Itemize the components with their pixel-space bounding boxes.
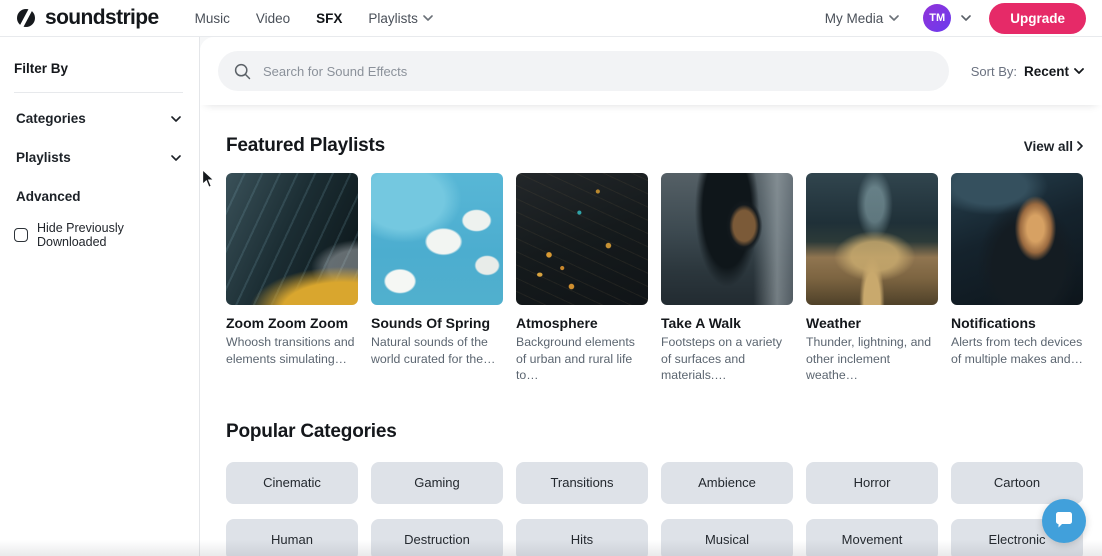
playlist-title: Notifications xyxy=(951,315,1083,331)
playlist-title: Sounds Of Spring xyxy=(371,315,503,331)
chevron-down-icon xyxy=(889,15,899,21)
category-button-hits[interactable]: Hits xyxy=(516,519,648,556)
page-body: Featured Playlists View all Zoom Zoom Zo… xyxy=(200,105,1102,556)
avatar[interactable]: TM xyxy=(923,4,951,32)
category-button-destruction[interactable]: Destruction xyxy=(371,519,503,556)
sidebar-section-playlists[interactable]: Playlists xyxy=(14,138,183,177)
popular-categories-grid: Cinematic Gaming Transitions Ambience Horror… xyxy=(226,462,1083,556)
playlist-description: Thunder, lightning, and other inclement … xyxy=(806,334,938,384)
nav-item-video[interactable]: Video xyxy=(256,11,290,26)
hide-downloaded-checkbox[interactable] xyxy=(14,228,28,242)
playlist-description: Alerts from tech devices of multiple mak… xyxy=(951,334,1083,367)
my-media-menu[interactable]: My Media xyxy=(825,11,900,26)
playlist-cover-woman-phone-glow-dark[interactable] xyxy=(951,173,1083,305)
upgrade-button[interactable]: Upgrade xyxy=(989,3,1086,34)
filter-by-title: Filter By xyxy=(14,61,183,76)
my-media-label: My Media xyxy=(825,11,884,26)
chevron-down-icon xyxy=(423,15,433,21)
category-button-horror[interactable]: Horror xyxy=(806,462,938,504)
nav-item-label: Playlists xyxy=(368,11,418,26)
view-all-link[interactable]: View all xyxy=(1024,139,1083,154)
chat-bubble-icon xyxy=(1053,511,1075,531)
category-button-gaming[interactable]: Gaming xyxy=(371,462,503,504)
playlist-cover-lightning-storm-field[interactable] xyxy=(806,173,938,305)
advanced-label: Advanced xyxy=(14,177,183,204)
navbar-right: My Media TM Upgrade xyxy=(825,3,1086,34)
sidebar-divider xyxy=(14,92,183,93)
sort-by-label: Sort By: xyxy=(971,64,1017,79)
playlist-card[interactable]: Atmosphere Background elements of urban a… xyxy=(516,173,648,384)
sidebar-section-categories[interactable]: Categories xyxy=(14,99,183,138)
chevron-down-icon xyxy=(171,116,181,122)
search-row: Sort By: Recent xyxy=(200,37,1102,105)
brand-wordmark: soundstripe xyxy=(45,6,159,30)
nav-item-sfx[interactable]: SFX xyxy=(316,11,342,26)
playlist-cover-walking-feet-cobblestone[interactable] xyxy=(661,173,793,305)
featured-playlists-grid: Zoom Zoom Zoom Whoosh transitions and ele… xyxy=(226,173,1083,384)
nav-item-music[interactable]: Music xyxy=(195,11,230,26)
chevron-down-icon xyxy=(171,155,181,161)
nav-item-label: SFX xyxy=(316,11,342,26)
playlist-description: Natural sounds of the world curated for … xyxy=(371,334,503,367)
playlist-title: Weather xyxy=(806,315,938,331)
category-button-cartoon[interactable]: Cartoon xyxy=(951,462,1083,504)
playlist-cover-white-flowers-blue-sky[interactable] xyxy=(371,173,503,305)
playlist-card[interactable]: Zoom Zoom Zoom Whoosh transitions and ele… xyxy=(226,173,358,384)
category-button-cinematic[interactable]: Cinematic xyxy=(226,462,358,504)
playlist-description: Footsteps on a variety of surfaces and m… xyxy=(661,334,793,384)
nav-links: Music Video SFX Playlists xyxy=(195,11,433,26)
playlist-description: Background elements of urban and rural l… xyxy=(516,334,648,384)
playlist-card[interactable]: Sounds Of Spring Natural sounds of the wo… xyxy=(371,173,503,384)
nav-item-playlists[interactable]: Playlists xyxy=(368,11,433,26)
popular-categories-title: Popular Categories xyxy=(226,421,1083,443)
playlist-card[interactable]: Take A Walk Footsteps on a variety of sur… xyxy=(661,173,793,384)
filter-sidebar: Filter By Categories Playlists Advanced H… xyxy=(0,37,200,556)
playlist-title: Zoom Zoom Zoom xyxy=(226,315,358,331)
search-icon xyxy=(234,63,251,80)
main-content: Sort By: Recent Featured Playlists View … xyxy=(200,37,1102,556)
playlist-cover-subway-motion-blur[interactable] xyxy=(226,173,358,305)
playlist-card[interactable]: Notifications Alerts from tech devices of… xyxy=(951,173,1083,384)
sort-by-value: Recent xyxy=(1024,64,1069,79)
hide-downloaded-label: Hide Previously Downloaded xyxy=(37,221,183,249)
playlist-title: Atmosphere xyxy=(516,315,648,331)
nav-item-label: Music xyxy=(195,11,230,26)
soundstripe-logo-icon xyxy=(14,6,38,30)
category-button-human[interactable]: Human xyxy=(226,519,358,556)
category-button-ambience[interactable]: Ambience xyxy=(661,462,793,504)
sidebar-section-label: Categories xyxy=(16,111,86,126)
sidebar-section-label: Playlists xyxy=(16,150,71,165)
sort-by-control: Sort By: Recent xyxy=(971,64,1084,79)
chevron-right-icon xyxy=(1077,141,1083,151)
featured-playlists-title: Featured Playlists xyxy=(226,135,385,157)
sidebar-sections: Categories Playlists xyxy=(14,99,183,177)
hide-downloaded-option[interactable]: Hide Previously Downloaded xyxy=(14,221,183,249)
chat-widget-button[interactable] xyxy=(1042,499,1086,543)
category-button-movement[interactable]: Movement xyxy=(806,519,938,556)
playlist-cover-aerial-city-night[interactable] xyxy=(516,173,648,305)
chevron-down-icon xyxy=(1074,68,1084,74)
soundstripe-logo[interactable]: soundstripe xyxy=(14,6,159,30)
view-all-label: View all xyxy=(1024,139,1073,154)
category-button-musical[interactable]: Musical xyxy=(661,519,793,556)
nav-item-label: Video xyxy=(256,11,290,26)
chevron-down-icon[interactable] xyxy=(961,15,971,21)
search-box[interactable] xyxy=(218,51,949,91)
sort-by-dropdown[interactable]: Recent xyxy=(1024,64,1084,79)
playlist-title: Take A Walk xyxy=(661,315,793,331)
category-button-transitions[interactable]: Transitions xyxy=(516,462,648,504)
top-navbar: soundstripe Music Video SFX Playlists My Me… xyxy=(0,0,1102,37)
playlist-description: Whoosh transitions and elements simulati… xyxy=(226,334,358,367)
playlist-card[interactable]: Weather Thunder, lightning, and other inc… xyxy=(806,173,938,384)
search-input[interactable] xyxy=(263,64,933,79)
